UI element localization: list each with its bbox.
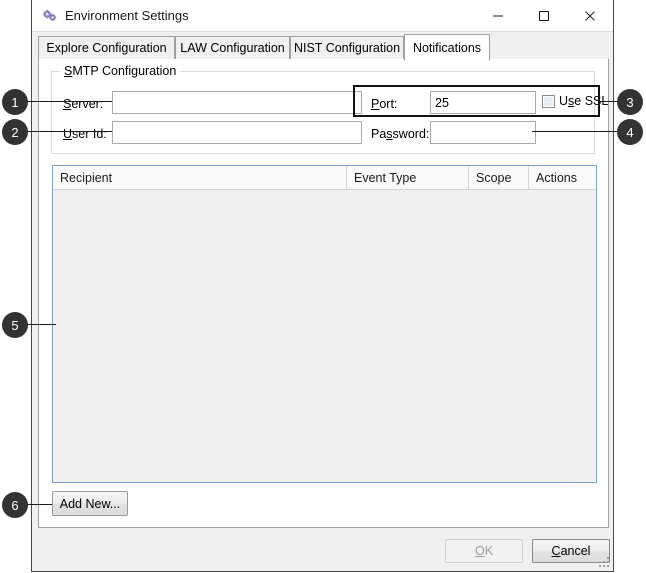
- title-bar: Environment Settings: [32, 0, 613, 32]
- recipients-grid[interactable]: Recipient Event Type Scope Actions: [52, 165, 597, 483]
- notifications-tab-page: SMTP Configuration Server: User Id: Port…: [38, 59, 609, 528]
- tab-law-configuration[interactable]: LAW Configuration: [175, 36, 290, 60]
- window-title: Environment Settings: [65, 8, 189, 23]
- tab-label: LAW Configuration: [180, 41, 285, 55]
- ok-button[interactable]: OK: [445, 539, 523, 563]
- minimize-icon: [493, 15, 503, 16]
- callout-number: 1: [11, 94, 19, 110]
- ok-label: OK: [474, 544, 494, 558]
- grid-column-scope[interactable]: Scope: [469, 166, 529, 189]
- callout-badge-6: 6: [2, 492, 28, 518]
- userid-label: User Id:: [63, 127, 107, 141]
- maximize-icon: [539, 10, 549, 21]
- close-icon: [585, 10, 595, 21]
- callout-number: 2: [11, 124, 19, 140]
- add-new-label: Add New...: [59, 496, 121, 511]
- grid-column-actions[interactable]: Actions: [529, 166, 596, 189]
- callout-highlight-port-usessl: [353, 85, 600, 117]
- server-label: Server:: [63, 97, 104, 111]
- callout-leader-6: [26, 504, 52, 505]
- column-header-label: Scope: [476, 170, 512, 185]
- tab-label: Notifications: [412, 40, 482, 55]
- tab-strip: Explore Configuration LAW Configuration …: [32, 32, 613, 61]
- cancel-label: Cancel: [551, 544, 591, 558]
- callout-badge-4: 4: [617, 119, 643, 145]
- callout-leader-4: [532, 131, 620, 132]
- callout-leader-5: [26, 324, 56, 325]
- column-header-label: Recipient: [60, 170, 113, 185]
- grid-header-row: Recipient Event Type Scope Actions: [53, 166, 596, 190]
- grid-body[interactable]: [53, 190, 596, 482]
- callout-badge-2: 2: [2, 119, 28, 145]
- grid-column-event-type[interactable]: Event Type: [347, 166, 469, 189]
- callout-badge-3: 3: [617, 89, 643, 115]
- callout-badge-5: 5: [2, 312, 28, 338]
- callout-number: 4: [626, 124, 634, 140]
- column-header-label: Actions: [536, 170, 577, 185]
- maximize-button[interactable]: [521, 0, 567, 31]
- tab-label: Explore Configuration: [46, 41, 167, 55]
- resize-grip[interactable]: [598, 556, 610, 568]
- callout-leader-1: [26, 101, 112, 102]
- tab-notifications[interactable]: Notifications: [404, 34, 490, 61]
- callout-leader-2: [26, 131, 112, 132]
- tab-explore-configuration[interactable]: Explore Configuration: [38, 36, 175, 60]
- grid-column-recipient[interactable]: Recipient: [53, 166, 347, 189]
- close-button[interactable]: [567, 0, 613, 31]
- callout-number: 3: [626, 94, 634, 110]
- tab-label: NIST Configuration: [293, 41, 401, 55]
- smtp-group-title: SMTP Configuration: [60, 64, 181, 78]
- server-input[interactable]: [112, 91, 362, 114]
- add-new-button[interactable]: Add New...: [52, 491, 128, 516]
- password-input[interactable]: [430, 121, 536, 144]
- callout-number: 5: [11, 317, 19, 333]
- userid-input[interactable]: [112, 121, 362, 144]
- column-header-label: Event Type: [354, 170, 417, 185]
- gears-icon: [41, 7, 59, 25]
- callout-number: 6: [11, 497, 19, 513]
- callout-badge-1: 1: [2, 89, 28, 115]
- minimize-button[interactable]: [475, 0, 521, 31]
- password-label: Password:: [371, 127, 430, 141]
- tab-nist-configuration[interactable]: NIST Configuration: [290, 36, 404, 60]
